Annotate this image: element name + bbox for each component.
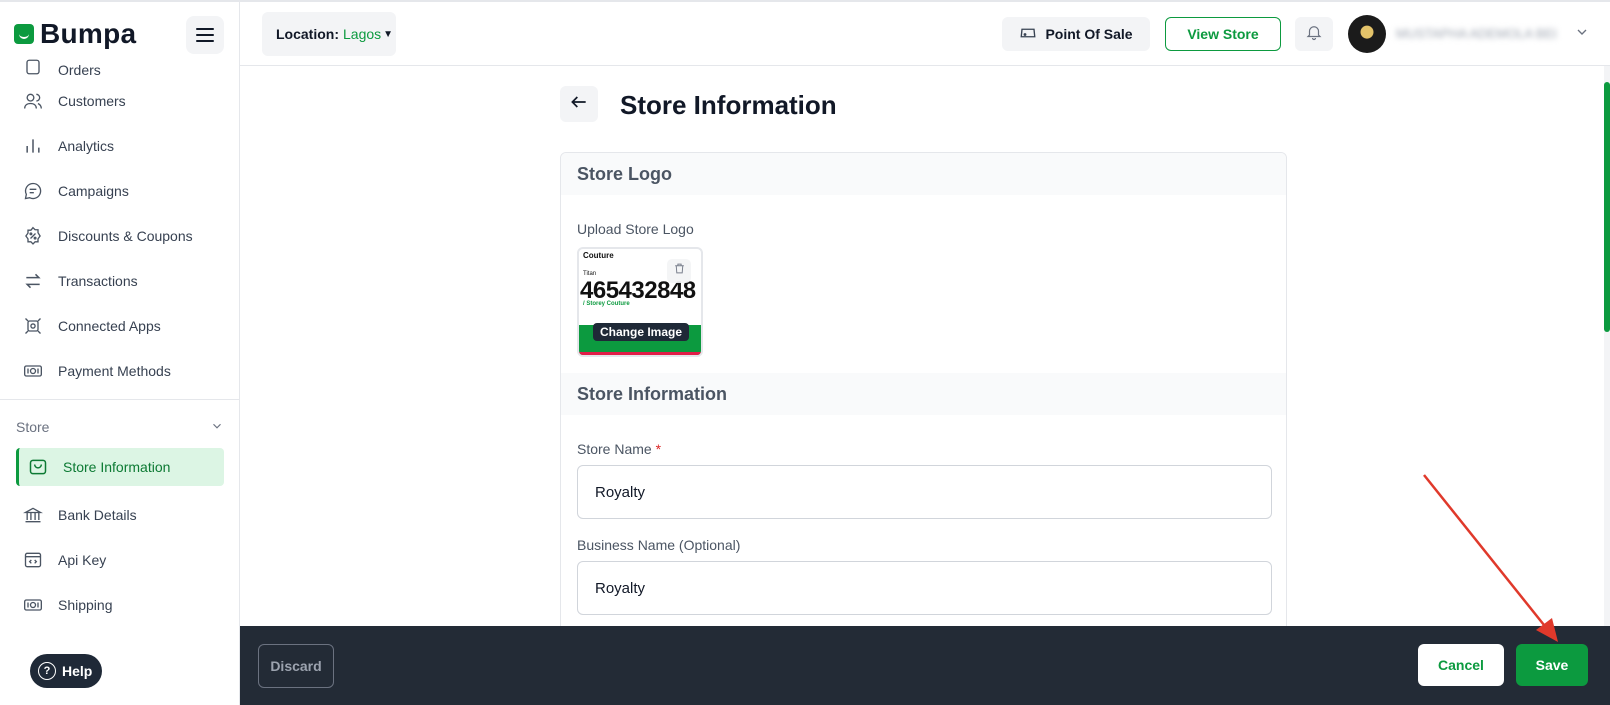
sidebar-item-label: Bank Details xyxy=(58,506,137,523)
sidebar-item-payment-methods[interactable]: Payment Methods xyxy=(0,348,239,393)
sidebar-item-label: Store Information xyxy=(63,459,171,475)
sidebar-item-label: Transactions xyxy=(58,272,138,289)
location-selector[interactable]: Location: Lagos ▼ xyxy=(262,12,396,56)
store-logo-section-title: Store Logo xyxy=(561,153,1286,195)
business-name-input[interactable]: Royalty xyxy=(577,561,1272,615)
sidebar-item-label: Orders xyxy=(58,62,101,78)
change-image-button[interactable]: Change Image xyxy=(593,323,690,341)
sidebar: Bumpa Orders Customers Analytics Campaig… xyxy=(0,2,240,705)
sidebar-nav: Orders Customers Analytics Campaigns Dis… xyxy=(0,48,239,627)
sidebar-item-label: Shipping xyxy=(58,596,113,613)
pos-label: Point Of Sale xyxy=(1045,26,1133,42)
chevron-down-icon[interactable] xyxy=(1574,24,1590,45)
scrollbar-thumb[interactable] xyxy=(1604,82,1610,332)
location-value: Lagos xyxy=(343,26,382,42)
bar-chart-icon xyxy=(22,135,44,157)
cancel-button[interactable]: Cancel xyxy=(1418,644,1504,686)
sidebar-item-label: Payment Methods xyxy=(58,362,171,379)
sidebar-item-discounts[interactable]: Discounts & Coupons xyxy=(0,213,239,258)
discard-button[interactable]: Discard xyxy=(258,644,334,688)
store-name-label: Store Name * xyxy=(577,441,662,457)
apps-icon xyxy=(22,315,44,337)
sidebar-item-connected-apps[interactable]: Connected Apps xyxy=(0,303,239,348)
logo-preview-brand: Couture xyxy=(583,251,614,260)
store-logo-preview[interactable]: Couture Titan 465432848 / Storey Couture… xyxy=(577,247,703,357)
point-of-sale-button[interactable]: Point Of Sale xyxy=(1002,17,1150,51)
arrow-left-icon xyxy=(569,92,589,117)
sidebar-item-label: Campaigns xyxy=(58,182,129,199)
brand-logo[interactable]: Bumpa xyxy=(14,18,136,50)
transfer-icon xyxy=(22,270,44,292)
help-button[interactable]: ? Help xyxy=(30,654,102,688)
brand-name: Bumpa xyxy=(40,18,137,49)
sidebar-item-label: Api Key xyxy=(58,551,107,568)
bumpa-logo-icon xyxy=(14,24,34,44)
user-name[interactable]: MUSTAPHA ADEMOLA BELLO xyxy=(1396,26,1556,42)
notifications-button[interactable] xyxy=(1295,17,1333,51)
business-name-label: Business Name (Optional) xyxy=(577,537,741,553)
sidebar-item-transactions[interactable]: Transactions xyxy=(0,258,239,303)
users-icon xyxy=(22,90,44,112)
sidebar-section-store[interactable]: Store xyxy=(0,406,239,448)
sidebar-item-shipping[interactable]: Shipping xyxy=(0,582,239,627)
delete-logo-button[interactable] xyxy=(667,259,691,283)
sidebar-item-campaigns[interactable]: Campaigns xyxy=(0,168,239,213)
hamburger-icon xyxy=(196,28,214,30)
pos-icon xyxy=(1019,24,1037,45)
store-info-section-title: Store Information xyxy=(561,373,1286,415)
back-button[interactable] xyxy=(560,86,598,122)
bell-icon xyxy=(1305,23,1323,46)
sidebar-item-label: Connected Apps xyxy=(58,317,161,334)
location-label: Location: xyxy=(276,26,339,42)
sidebar-item-label: Customers xyxy=(58,92,126,109)
cash-icon xyxy=(22,594,44,616)
save-button[interactable]: Save xyxy=(1516,644,1588,686)
scrollbar[interactable] xyxy=(1604,66,1610,626)
top-bar: Location: Lagos ▼ Point Of Sale View Sto… xyxy=(240,2,1610,66)
logo-preview-store-line: / Storey Couture xyxy=(583,301,630,307)
code-icon xyxy=(22,549,44,571)
required-marker: * xyxy=(655,441,662,457)
sidebar-section-title: Store xyxy=(16,419,50,435)
sidebar-item-analytics[interactable]: Analytics xyxy=(0,123,239,168)
chevron-down-icon xyxy=(210,419,224,436)
avatar[interactable] xyxy=(1348,15,1386,53)
trash-icon xyxy=(673,262,686,280)
caret-down-icon: ▼ xyxy=(383,28,394,40)
app-window: Bumpa Orders Customers Analytics Campaig… xyxy=(0,0,1610,705)
bag-icon xyxy=(27,456,49,478)
cash-icon xyxy=(22,360,44,382)
main-content: Store Information Store Logo Upload Stor… xyxy=(240,66,1610,652)
bank-icon xyxy=(22,504,44,526)
orders-icon xyxy=(22,56,44,78)
sidebar-item-label: Discounts & Coupons xyxy=(58,227,193,244)
sidebar-item-orders[interactable]: Orders xyxy=(0,48,239,78)
sidebar-item-store-information[interactable]: Store Information xyxy=(16,448,224,486)
upload-logo-label: Upload Store Logo xyxy=(577,221,694,237)
action-bar: Discard Cancel Save xyxy=(240,626,1610,705)
discount-icon xyxy=(22,225,44,247)
help-label: Help xyxy=(62,663,93,679)
chat-icon xyxy=(22,180,44,202)
sidebar-item-customers[interactable]: Customers xyxy=(0,78,239,123)
page-title: Store Information xyxy=(620,90,837,120)
view-store-button[interactable]: View Store xyxy=(1165,17,1281,51)
sidebar-item-api-key[interactable]: Api Key xyxy=(0,537,239,582)
store-settings-card: Store Logo Upload Store Logo Couture Tit… xyxy=(560,152,1287,652)
sidebar-item-label: Analytics xyxy=(58,137,115,154)
question-icon: ? xyxy=(38,662,56,680)
sidebar-divider xyxy=(0,399,239,400)
store-name-input[interactable]: Royalty xyxy=(577,465,1272,519)
sidebar-item-bank-details[interactable]: Bank Details xyxy=(0,492,239,537)
